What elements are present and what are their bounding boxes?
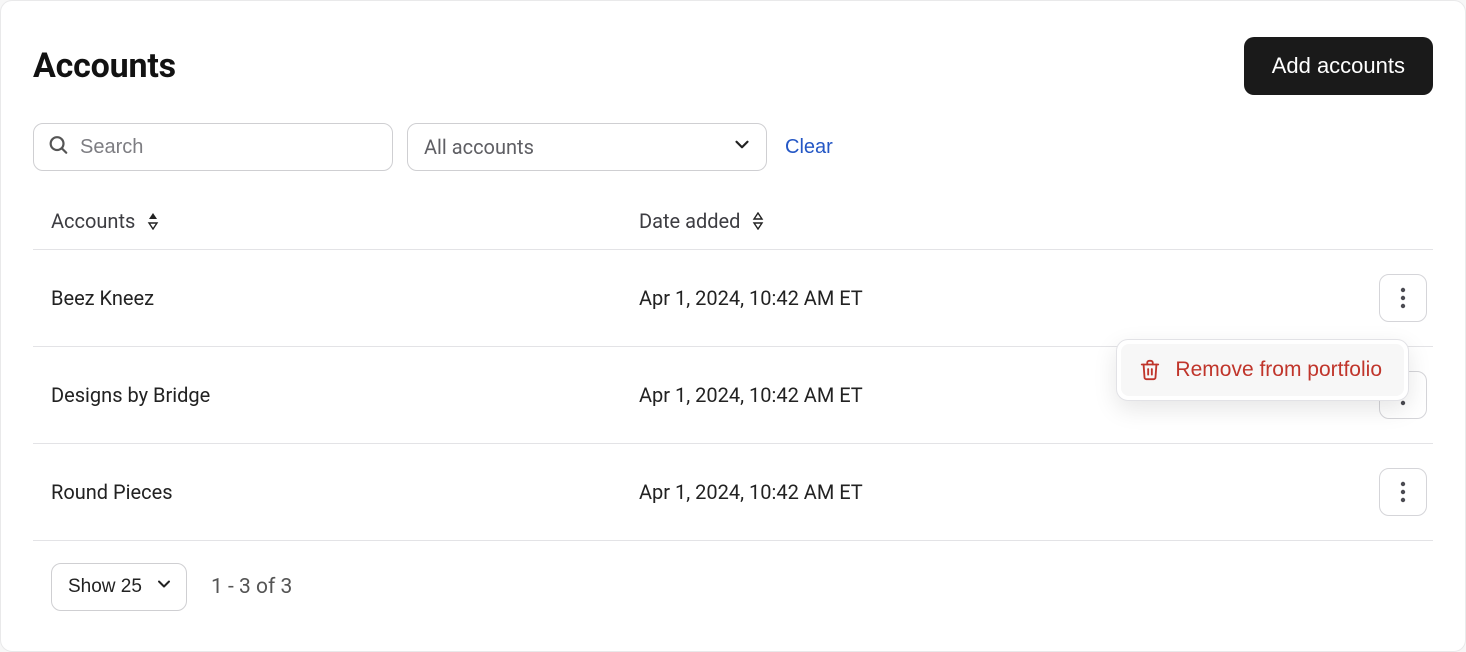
column-header-date-label: Date added [639,209,740,233]
filter-row: All accounts Clear [33,123,1433,171]
trash-icon [1139,359,1161,381]
pagination-range: 1 - 3 of 3 [211,575,292,599]
remove-from-portfolio-label: Remove from portfolio [1175,358,1382,382]
column-header-actions [1321,195,1433,249]
search-input[interactable] [33,123,393,171]
chevron-down-icon [154,574,174,600]
row-actions-button[interactable] [1379,468,1427,516]
header-row: Accounts Add accounts [33,37,1433,95]
page-size-label: Show 25 [68,576,142,598]
table-footer: Show 25 1 - 3 of 3 [33,563,1433,611]
account-filter-select[interactable]: All accounts [407,123,767,171]
page-title: Accounts [33,46,176,86]
clear-filters-link[interactable]: Clear [781,136,837,159]
sort-icon [146,211,160,235]
table-row: Round Pieces Apr 1, 2024, 10:42 AM ET [33,443,1433,540]
column-header-accounts-label: Accounts [51,209,135,233]
ellipsis-vertical-icon [1400,481,1406,503]
cell-account-name: Round Pieces [33,443,621,540]
remove-from-portfolio-item[interactable]: Remove from portfolio [1121,344,1404,396]
page-size-select[interactable]: Show 25 [51,563,187,611]
ellipsis-vertical-icon [1400,287,1406,309]
cell-account-name: Beez Kneez [33,249,621,346]
cell-date-added: Apr 1, 2024, 10:42 AM ET [621,249,1321,346]
table-row: Beez Kneez Apr 1, 2024, 10:42 AM ET [33,249,1433,346]
search-icon [47,134,69,161]
row-actions-menu: Remove from portfolio [1116,339,1409,401]
column-header-date-added[interactable]: Date added [621,195,1321,249]
account-filter-label: All accounts [407,123,767,171]
sort-icon [751,211,765,235]
row-actions-button[interactable] [1379,274,1427,322]
column-header-accounts[interactable]: Accounts [33,195,621,249]
cell-date-added: Apr 1, 2024, 10:42 AM ET [621,443,1321,540]
chevron-down-icon [731,134,753,161]
add-accounts-button[interactable]: Add accounts [1244,37,1433,95]
cell-account-name: Designs by Bridge [33,346,621,443]
accounts-card: Accounts Add accounts All accounts Clear… [0,0,1466,652]
search-field-wrap [33,123,393,171]
